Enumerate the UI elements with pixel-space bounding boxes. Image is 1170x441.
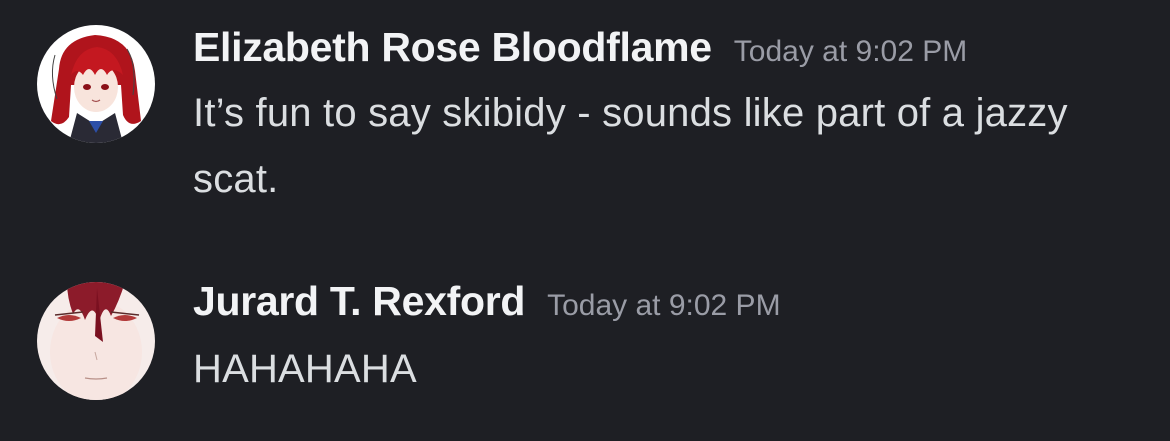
message-content: HAHAHAHA — [193, 347, 417, 391]
red-haired-boy-avatar — [37, 282, 155, 400]
message-item[interactable]: Jurard T. Rexford Today at 9:02 PM HAHAHA… — [0, 260, 1170, 441]
message-item[interactable]: Elizabeth Rose Bloodflame Today at 9:02 P… — [0, 0, 1170, 240]
message-header: Jurard T. Rexford Today at 9:02 PM — [193, 278, 781, 325]
message-header: Elizabeth Rose Bloodflame Today at 9:02 P… — [193, 24, 967, 71]
username[interactable]: Elizabeth Rose Bloodflame — [193, 24, 712, 70]
message-content: It’s fun to say skibidy - sounds like pa… — [193, 91, 1068, 201]
avatar[interactable] — [37, 25, 155, 143]
timestamp: Today at 9:02 PM — [733, 35, 968, 68]
avatar[interactable] — [37, 282, 155, 400]
timestamp: Today at 9:02 PM — [547, 289, 781, 322]
username[interactable]: Jurard T. Rexford — [193, 278, 525, 324]
red-haired-girl-avatar — [37, 25, 155, 143]
